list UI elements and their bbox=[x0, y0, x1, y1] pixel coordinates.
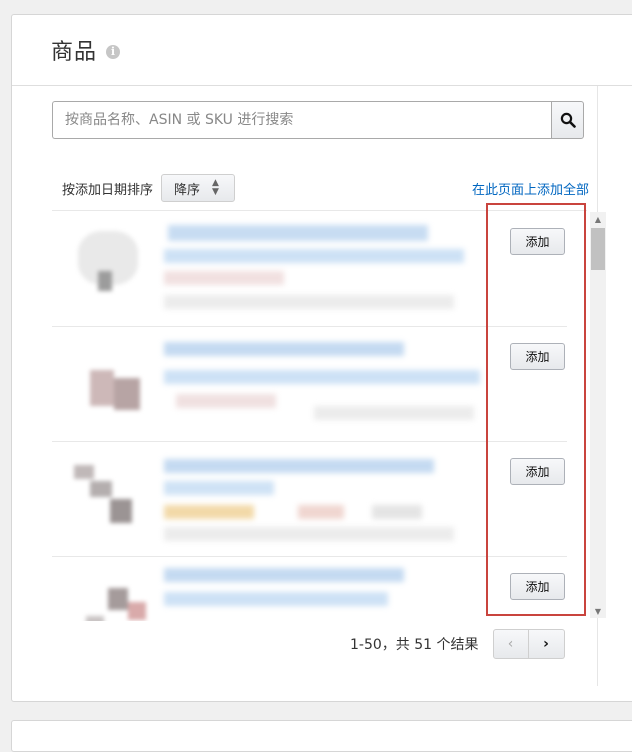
pagination: 1-50，共 51 个结果 ‹ › bbox=[350, 629, 590, 659]
product-title-redacted bbox=[164, 342, 404, 356]
next-page-button[interactable]: › bbox=[528, 629, 565, 659]
product-meta-redacted bbox=[176, 394, 276, 408]
product-title-redacted bbox=[168, 225, 428, 241]
add-product-button[interactable]: 添加 bbox=[510, 228, 565, 255]
search-icon bbox=[560, 112, 576, 128]
scroll-thumb[interactable] bbox=[591, 228, 605, 270]
sort-row: 按添加日期排序 降序 ▲ ▼ 在此页面上添加全部 bbox=[62, 174, 589, 202]
previous-page-button[interactable]: ‹ bbox=[492, 629, 529, 659]
product-thumbnail bbox=[68, 336, 150, 418]
add-all-on-page-link[interactable]: 在此页面上添加全部 bbox=[472, 179, 589, 198]
product-meta-redacted bbox=[298, 505, 344, 519]
add-product-button[interactable]: 添加 bbox=[510, 458, 565, 485]
product-thumbnail bbox=[68, 566, 150, 621]
list-scrollbar[interactable]: ▲ ▼ bbox=[590, 212, 606, 618]
product-meta-redacted bbox=[372, 505, 422, 519]
sort-order-value: 降序 bbox=[174, 182, 201, 198]
product-rating-redacted bbox=[164, 505, 254, 519]
product-title-redacted bbox=[164, 481, 274, 495]
add-product-button[interactable]: 添加 bbox=[510, 573, 565, 600]
pager-buttons: ‹ › bbox=[492, 629, 565, 659]
product-thumbnail bbox=[68, 451, 150, 533]
search-input[interactable] bbox=[52, 101, 551, 139]
search-bar bbox=[52, 101, 584, 139]
product-row: 添加 bbox=[52, 441, 567, 557]
product-meta-redacted bbox=[314, 406, 474, 420]
product-row: 添加 bbox=[52, 556, 567, 621]
scroll-up-icon[interactable]: ▲ bbox=[590, 212, 606, 226]
scroll-down-icon[interactable]: ▼ bbox=[590, 604, 606, 618]
sort-order-select[interactable]: 降序 ▲ ▼ bbox=[161, 174, 236, 202]
product-row: 添加 bbox=[52, 326, 567, 442]
chevron-right-icon: › bbox=[543, 636, 549, 652]
product-title-redacted bbox=[164, 592, 388, 606]
product-meta-redacted bbox=[164, 295, 454, 309]
product-meta-redacted bbox=[164, 271, 284, 285]
product-thumbnail bbox=[68, 221, 150, 303]
add-product-button[interactable]: 添加 bbox=[510, 343, 565, 370]
panel-title: 商品 bbox=[51, 40, 98, 65]
product-meta-redacted bbox=[164, 527, 454, 541]
product-title-redacted bbox=[164, 249, 464, 263]
next-panel-edge bbox=[11, 720, 632, 752]
results-summary: 1-50，共 51 个结果 bbox=[350, 637, 479, 653]
product-title-redacted bbox=[164, 459, 434, 473]
panel-header: 商品 i bbox=[12, 15, 632, 86]
sort-caret-icon: ▲ ▼ bbox=[212, 178, 219, 197]
chevron-left-icon: ‹ bbox=[507, 636, 514, 652]
product-row: 添加 bbox=[52, 211, 567, 327]
product-title-redacted bbox=[164, 370, 480, 384]
info-icon[interactable]: i bbox=[106, 44, 121, 59]
product-list: 添加 添加 添加 添加 bbox=[52, 210, 587, 621]
search-button[interactable] bbox=[551, 101, 584, 139]
sort-label: 按添加日期排序 bbox=[62, 182, 154, 198]
product-title-redacted bbox=[164, 568, 404, 582]
